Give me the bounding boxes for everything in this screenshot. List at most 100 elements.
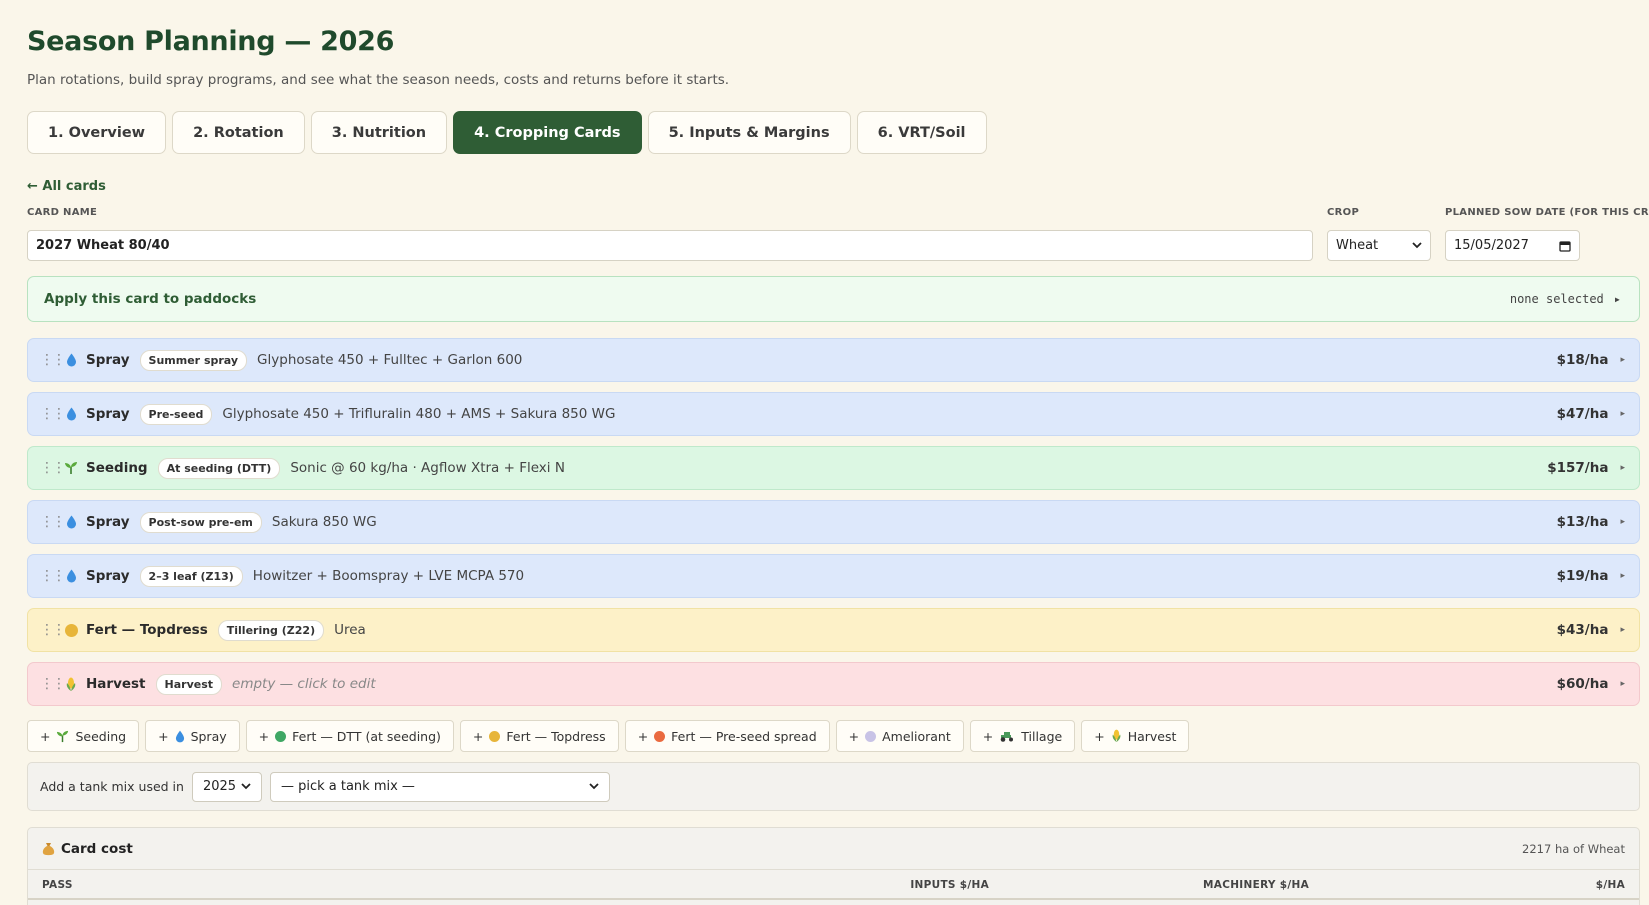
sow-date-input[interactable]: 15/05/2027 (1445, 230, 1580, 261)
tank-mix-label: Add a tank mix used in (40, 779, 184, 794)
crop-select[interactable]: Wheat (1327, 230, 1431, 261)
pass-type: Spray (86, 514, 130, 530)
pass-row[interactable]: ⋮⋮ Spray Summer spray Glyphosate 450 + F… (27, 338, 1640, 382)
tractor-icon (1000, 732, 1014, 742)
pass-products: Sonic @ 60 kg/ha · Agflow Xtra + Flexi N (290, 460, 565, 476)
tab-overview[interactable]: 1. Overview (27, 111, 167, 154)
add-tillage-button[interactable]: + Tillage (969, 720, 1076, 752)
tab-inputs-margins[interactable]: 5. Inputs & Margins (647, 111, 851, 154)
droplet-icon (175, 730, 184, 742)
add-pass-toolbar: + Seeding + Spray + Fert — DTT (at seedi… (27, 720, 1190, 752)
droplet-icon (62, 353, 80, 367)
drag-handle-icon[interactable]: ⋮⋮ (40, 514, 66, 530)
card-cost-summary: 2217 ha of Wheat (1522, 841, 1625, 856)
expand-caret-icon[interactable]: ▸ (1614, 292, 1621, 306)
pass-cost: $157/ha (1547, 460, 1609, 476)
pass-timing-tag: At seeding (DTT) (157, 457, 281, 479)
tab-nutrition[interactable]: 3. Nutrition (310, 111, 448, 154)
pass-row[interactable]: ⋮⋮ Harvest Harvest empty — click to edit… (27, 662, 1640, 706)
pass-row[interactable]: ⋮⋮ Spray Pre-seed Glyphosate 450 + Trifl… (27, 392, 1640, 436)
add-button-label: Fert — Pre-seed spread (671, 728, 817, 744)
add-button-label: Fert — Topdress (506, 728, 606, 744)
pass-cost: $43/ha (1556, 622, 1609, 638)
drag-handle-icon[interactable]: ⋮⋮ (40, 676, 66, 692)
expand-caret-icon[interactable]: ▸ (1620, 355, 1625, 365)
col-header-pass: PASS (42, 879, 73, 891)
tank-mix-select[interactable]: — pick a tank mix — (269, 771, 610, 802)
add-fert-topdress-button[interactable]: + Fert — Topdress (459, 720, 619, 752)
add-fert-preseed-button[interactable]: + Fert — Pre-seed spread (624, 720, 830, 752)
add-button-label: Seeding (75, 728, 127, 744)
paddock-selection-status: none selected ▸ (1510, 292, 1621, 306)
card-cost-header: Card cost 2217 ha of Wheat (28, 828, 1639, 870)
pass-products: Glyphosate 450 + Trifluralin 480 + AMS +… (222, 406, 616, 422)
drag-handle-icon[interactable]: ⋮⋮ (40, 406, 66, 422)
seedling-icon (57, 730, 69, 742)
year-select-value: 2025 (202, 779, 237, 794)
add-ameliorant-button[interactable]: + Ameliorant (835, 720, 964, 752)
pass-timing-tag: Harvest (155, 673, 223, 695)
pass-products: Sakura 850 WG (271, 514, 377, 530)
col-header-machinery: MACHINERY $/HA (1203, 879, 1309, 891)
calendar-icon[interactable] (1559, 240, 1571, 252)
expand-caret-icon[interactable]: ▸ (1620, 409, 1625, 419)
chevron-down-icon (589, 783, 599, 790)
drag-handle-icon[interactable]: ⋮⋮ (40, 622, 66, 638)
crop-select-value: Wheat (1336, 238, 1379, 253)
drag-handle-icon[interactable]: ⋮⋮ (40, 568, 66, 584)
pass-timing-tag: Pre-seed (139, 403, 213, 425)
pass-row[interactable]: ⋮⋮ Seeding At seeding (DTT) Sonic @ 60 k… (27, 446, 1640, 490)
pass-timing-tag: Tillering (Z22) (217, 619, 325, 641)
card-name-input[interactable]: 2027 Wheat 80/40 (27, 230, 1313, 261)
add-button-label: Ameliorant (882, 728, 951, 744)
pass-cost: $13/ha (1556, 514, 1609, 530)
apply-title: Apply this card to paddocks (44, 291, 257, 307)
money-bag-icon (42, 842, 55, 855)
add-fert-dtt-button[interactable]: + Fert — DTT (at seeding) (245, 720, 454, 752)
add-button-label: Fert — DTT (at seeding) (292, 728, 441, 744)
pass-row[interactable]: ⋮⋮ Spray 2–3 leaf (Z13) Howitzer + Booms… (27, 554, 1640, 598)
tab-cropping-cards[interactable]: 4. Cropping Cards (453, 111, 642, 154)
apply-to-paddocks-panel[interactable]: Apply this card to paddocks none selecte… (27, 276, 1640, 322)
page-subtitle: Plan rotations, build spray programs, an… (27, 72, 730, 88)
pass-row[interactable]: ⋮⋮ Spray Post-sow pre-em Sakura 850 WG $… (27, 500, 1640, 544)
pass-row[interactable]: ⋮⋮ Fert — Topdress Tillering (Z22) Urea … (27, 608, 1640, 652)
plus-icon: + (158, 728, 169, 744)
plus-icon: + (472, 728, 484, 744)
add-harvest-button[interactable]: + Harvest (1081, 720, 1190, 752)
plus-icon: + (1094, 728, 1105, 744)
expand-caret-icon[interactable]: ▸ (1620, 679, 1625, 689)
plus-icon: + (258, 728, 270, 744)
pass-products: Glyphosate 450 + Fulltec + Garlon 600 (257, 352, 523, 368)
drag-handle-icon[interactable]: ⋮⋮ (40, 352, 66, 368)
pass-timing-tag: 2–3 leaf (Z13) (139, 565, 243, 587)
corn-icon (62, 677, 80, 692)
orange-circle-icon (654, 730, 666, 742)
drag-handle-icon[interactable]: ⋮⋮ (40, 460, 66, 476)
yellow-circle-icon (489, 730, 501, 742)
all-cards-link[interactable]: ← All cards (27, 179, 106, 194)
pass-timing-tag: Summer spray (139, 349, 248, 371)
add-seeding-button[interactable]: + Seeding (27, 720, 140, 752)
pass-type: Spray (86, 406, 130, 422)
pass-type: Harvest (86, 676, 146, 692)
droplet-icon (62, 569, 80, 583)
add-button-label: Tillage (1021, 728, 1063, 744)
expand-caret-icon[interactable]: ▸ (1620, 517, 1625, 527)
expand-caret-icon[interactable]: ▸ (1620, 625, 1625, 635)
expand-caret-icon[interactable]: ▸ (1620, 463, 1625, 473)
col-header-total: $/HA (1595, 879, 1625, 891)
sow-date-value: 15/05/2027 (1454, 238, 1529, 253)
plus-icon: + (40, 728, 51, 744)
add-spray-button[interactable]: + Spray (145, 720, 240, 752)
tab-rotation[interactable]: 2. Rotation (172, 111, 305, 154)
expand-caret-icon[interactable]: ▸ (1620, 571, 1625, 581)
sow-date-label: PLANNED SOW DATE (FOR THIS CROP) (1445, 207, 1649, 218)
plus-icon: + (848, 728, 860, 744)
yellow-circle-icon (62, 623, 80, 637)
tab-bar: 1. Overview 2. Rotation 3. Nutrition 4. … (27, 111, 987, 154)
pass-products: Howitzer + Boomspray + LVE MCPA 570 (252, 568, 525, 584)
pass-products-empty[interactable]: empty — click to edit (232, 676, 1557, 692)
tank-mix-year-select[interactable]: 2025 (191, 771, 262, 802)
tab-vrt-soil[interactable]: 6. VRT/Soil (856, 111, 987, 154)
